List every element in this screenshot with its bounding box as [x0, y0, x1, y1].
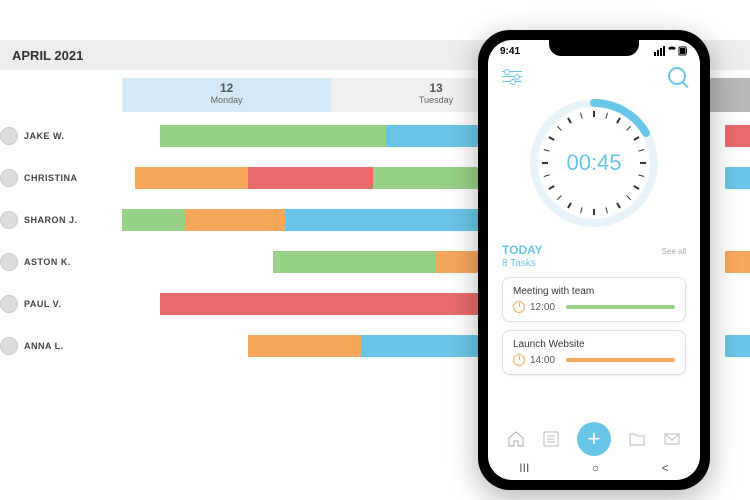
task-time: 14:00: [530, 355, 555, 366]
see-all-link[interactable]: See all: [662, 247, 686, 256]
search-icon[interactable]: [668, 67, 686, 85]
date-column[interactable]: 12Monday: [122, 78, 331, 112]
avatar: [0, 211, 18, 229]
tasks-count: 8 Tasks: [502, 258, 686, 269]
task-progress: [566, 358, 675, 362]
timer-value: 00:45: [566, 150, 621, 176]
mail-icon[interactable]: [663, 431, 681, 447]
timer-widget[interactable]: 00:45: [524, 93, 664, 233]
task-title: Launch Website: [513, 339, 675, 350]
recent-button[interactable]: III: [519, 461, 529, 475]
clock-icon: [513, 301, 525, 313]
person-name: ASTON K.: [24, 257, 71, 267]
avatar: [0, 127, 18, 145]
clock-icon: [513, 354, 525, 366]
task-bar[interactable]: [160, 293, 499, 315]
avatar: [0, 337, 18, 355]
phone-notch: [549, 40, 639, 56]
status-time: 9:41: [500, 46, 520, 59]
back-button[interactable]: <: [662, 461, 669, 475]
task-bar[interactable]: [725, 335, 750, 357]
task-bar[interactable]: [248, 167, 374, 189]
android-nav: III ○ <: [488, 461, 700, 475]
task-bar[interactable]: [725, 125, 750, 147]
task-bar[interactable]: [160, 125, 386, 147]
task-card[interactable]: Meeting with team 12:00: [502, 277, 686, 322]
task-bar[interactable]: [725, 251, 750, 273]
status-icons: [654, 46, 688, 59]
task-bar[interactable]: [122, 209, 185, 231]
list-icon[interactable]: [542, 431, 560, 447]
person-name: JAKE W.: [24, 131, 65, 141]
task-bar[interactable]: [135, 167, 248, 189]
folder-icon[interactable]: [628, 431, 646, 447]
person-name: SHARON J.: [24, 215, 78, 225]
person-name: ANNA L.: [24, 341, 64, 351]
avatar: [0, 169, 18, 187]
phone-screen: 9:41 00:45 TODAY See all 8 Tasks Meeting…: [488, 40, 700, 480]
task-progress: [566, 305, 675, 309]
person-name: PAUL V.: [24, 299, 61, 309]
today-label: TODAY: [502, 243, 543, 257]
add-button[interactable]: +: [577, 422, 611, 456]
home-button[interactable]: ○: [592, 461, 599, 475]
task-bar[interactable]: [248, 335, 361, 357]
task-card[interactable]: Launch Website 14:00: [502, 330, 686, 375]
home-icon[interactable]: [507, 431, 525, 447]
phone-mockup: 9:41 00:45 TODAY See all 8 Tasks Meeting…: [478, 30, 710, 490]
avatar: [0, 253, 18, 271]
task-time: 12:00: [530, 302, 555, 313]
bottom-nav: +: [488, 422, 700, 456]
task-bar[interactable]: [725, 167, 750, 189]
avatar: [0, 295, 18, 313]
task-title: Meeting with team: [513, 286, 675, 297]
task-bar[interactable]: [273, 251, 436, 273]
settings-icon[interactable]: [502, 67, 522, 83]
task-bar[interactable]: [185, 209, 285, 231]
person-name: CHRISTINA: [24, 173, 78, 183]
